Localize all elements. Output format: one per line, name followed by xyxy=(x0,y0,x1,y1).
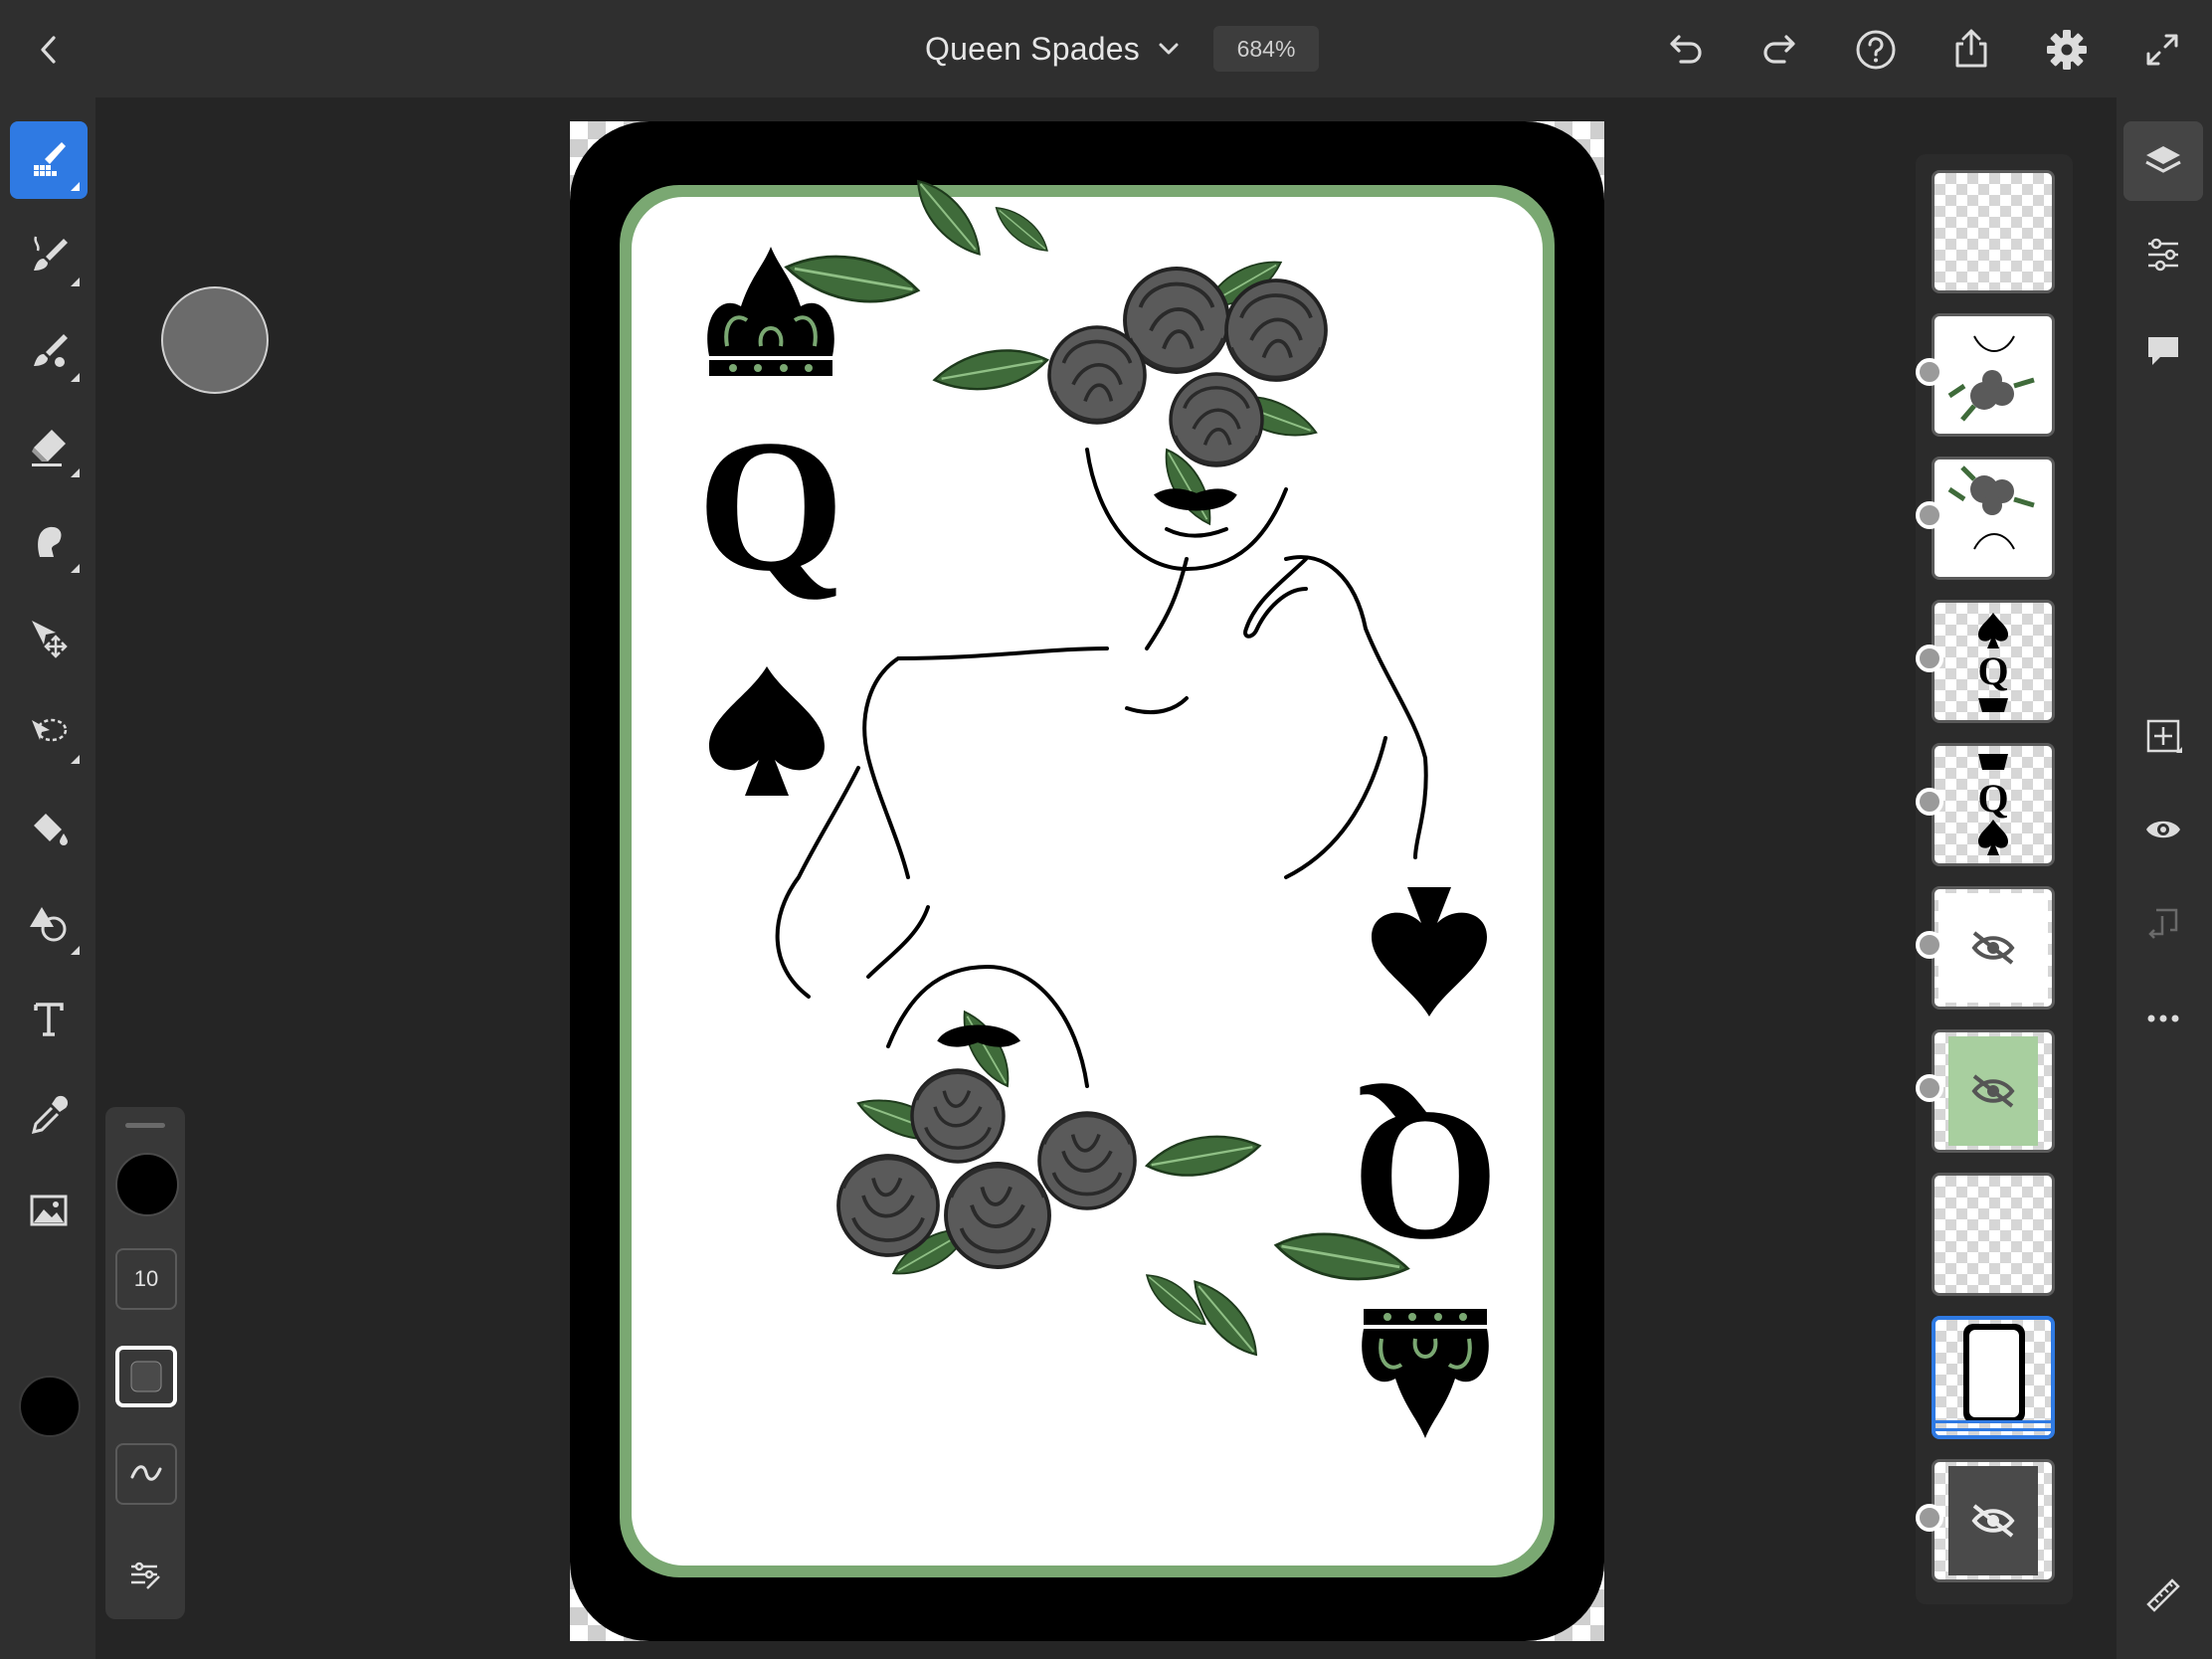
opacity-checker-icon xyxy=(130,1361,162,1392)
eraser-tool[interactable] xyxy=(10,408,88,485)
svg-text:Q: Q xyxy=(697,402,844,611)
image-tool[interactable] xyxy=(10,1172,88,1249)
layer-thumbnail[interactable] xyxy=(1932,1173,2055,1296)
brush-size-field[interactable]: 10 xyxy=(115,1248,177,1310)
share-icon[interactable] xyxy=(1945,24,1997,76)
shapes-icon xyxy=(30,907,67,942)
redo-icon[interactable] xyxy=(1754,24,1806,76)
lasso-selection-tool[interactable] xyxy=(10,694,88,772)
layer-thumbnail[interactable]: Q xyxy=(1932,600,2055,723)
ruler-icon xyxy=(2146,1578,2180,1612)
layer-visibility-dot[interactable] xyxy=(1916,645,1943,672)
layer-thumbnail[interactable] xyxy=(1932,886,2055,1010)
help-icon[interactable] xyxy=(1850,24,1902,76)
brush-settings-icon xyxy=(131,1562,160,1589)
pixel-brush-icon xyxy=(34,142,66,176)
smoothing-wave-icon xyxy=(130,1465,162,1481)
brush-color-swatch[interactable] xyxy=(115,1153,179,1216)
paint-bucket-icon xyxy=(34,814,68,845)
comment-bubble-icon xyxy=(2148,337,2178,365)
zoom-level-badge[interactable]: 684% xyxy=(1213,26,1319,72)
pixel-brush-tool[interactable] xyxy=(10,121,88,199)
layers-icon xyxy=(2145,146,2181,173)
queen-of-spades-artwork: Q Q xyxy=(570,121,1604,1641)
layer-visibility-dot[interactable] xyxy=(1916,358,1943,386)
add-layer-button[interactable] xyxy=(2123,696,2203,776)
layer-visibility-dot[interactable] xyxy=(1916,931,1943,959)
chevron-down-icon xyxy=(1159,43,1179,55)
move-transform-icon xyxy=(32,621,68,658)
eyedropper-icon xyxy=(31,1095,69,1135)
top-bar: Queen Spades 684% xyxy=(0,0,2212,97)
more-horizontal-icon xyxy=(2147,1014,2179,1022)
smudge-tool[interactable] xyxy=(10,503,88,581)
merge-down-icon xyxy=(2148,908,2178,939)
left-toolbar xyxy=(0,97,95,1659)
layers-panel-button[interactable] xyxy=(2123,121,2203,201)
layer-thumbnail[interactable]: Q xyxy=(1932,743,2055,866)
layer-visibility-dot[interactable] xyxy=(1916,1504,1943,1532)
ruler-button[interactable] xyxy=(2123,1556,2203,1635)
layer-visibility-dot[interactable] xyxy=(1916,1074,1943,1102)
back-chevron-icon[interactable] xyxy=(24,24,76,76)
document-title: Queen Spades xyxy=(925,30,1140,67)
image-icon xyxy=(30,1195,68,1226)
eye-icon xyxy=(2146,821,2180,838)
current-color-swatch[interactable] xyxy=(19,1376,81,1437)
undo-icon[interactable] xyxy=(1659,24,1711,76)
layer-thumbnail[interactable] xyxy=(1932,170,2055,293)
eyedropper-tool[interactable] xyxy=(10,1076,88,1154)
brush-size-preview xyxy=(161,286,269,394)
artwork-canvas[interactable]: Q Q xyxy=(570,121,1604,1641)
fullscreen-icon[interactable] xyxy=(2136,24,2188,76)
layer-thumbnail[interactable] xyxy=(1932,1459,2055,1582)
svg-text:Q: Q xyxy=(1977,648,2008,693)
layer-visibility-dot[interactable] xyxy=(1916,501,1943,529)
text-tool[interactable] xyxy=(10,981,88,1058)
settings-gear-icon[interactable] xyxy=(2041,24,2093,76)
merge-down-button[interactable] xyxy=(2123,883,2203,963)
layer-thumbnail[interactable] xyxy=(1932,313,2055,437)
fill-tool[interactable] xyxy=(10,790,88,867)
layer-visibility-button[interactable] xyxy=(2123,790,2203,869)
layer-thumbnail[interactable] xyxy=(1932,1029,2055,1153)
active-layer-indicator xyxy=(1932,1428,2055,1431)
add-layer-icon xyxy=(2146,719,2182,753)
paint-brush-icon xyxy=(34,236,68,271)
svg-text:Q: Q xyxy=(1977,776,2008,821)
text-icon xyxy=(34,1003,64,1036)
layer-properties-button[interactable] xyxy=(2123,215,2203,294)
brush-opacity-button[interactable] xyxy=(115,1346,177,1407)
mixer-brush-icon xyxy=(34,334,68,367)
mixer-brush-tool[interactable] xyxy=(10,312,88,390)
shapes-tool[interactable] xyxy=(10,885,88,963)
more-options-button[interactable] xyxy=(2123,979,2203,1058)
eraser-icon xyxy=(32,430,66,466)
right-rail xyxy=(2117,97,2212,1659)
lasso-icon xyxy=(32,718,68,742)
adjustments-sliders-icon xyxy=(2148,238,2178,272)
document-title-dropdown[interactable]: Queen Spades xyxy=(925,20,1184,78)
smudge-finger-icon xyxy=(38,526,62,557)
paint-brush-tool[interactable] xyxy=(10,217,88,294)
brush-smoothing-button[interactable] xyxy=(115,1443,177,1505)
panel-drag-handle[interactable] xyxy=(125,1123,165,1128)
transform-tool[interactable] xyxy=(10,599,88,676)
brush-quick-panel: 10 xyxy=(105,1107,185,1619)
active-layer-indicator xyxy=(1932,1420,2055,1423)
brush-settings-button[interactable] xyxy=(115,1545,173,1602)
layer-visibility-dot[interactable] xyxy=(1916,788,1943,816)
comments-button[interactable] xyxy=(2123,310,2203,390)
layers-panel: Q Q xyxy=(1916,154,2073,1604)
layer-thumbnail[interactable] xyxy=(1932,457,2055,580)
